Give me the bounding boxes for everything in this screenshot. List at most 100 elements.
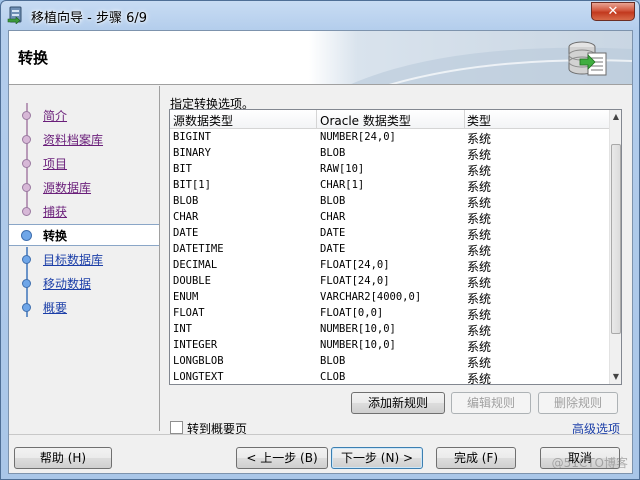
nav-step-label[interactable]: 源数据库 bbox=[43, 179, 91, 196]
cell-source-type: INTEGER bbox=[173, 339, 218, 351]
nav-step-label[interactable]: 移动数据 bbox=[43, 275, 91, 292]
cell-source-type: BIGINT bbox=[173, 131, 211, 143]
cell-oracle-type: FLOAT[0,0] bbox=[320, 307, 384, 319]
column-separator[interactable] bbox=[464, 110, 465, 129]
table-row[interactable]: BIGINT NUMBER[24,0] 系统 bbox=[170, 130, 610, 146]
nav-step-label[interactable]: 资料档案库 bbox=[43, 131, 103, 148]
cell-kind: 系统 bbox=[467, 164, 492, 178]
column-header-source-type[interactable]: 源数据类型 bbox=[173, 112, 233, 129]
step-node-icon bbox=[22, 135, 31, 144]
delete-rule-button[interactable]: 删除规则 bbox=[538, 392, 618, 414]
step-node-icon bbox=[22, 255, 31, 264]
table-row[interactable]: DATE DATE 系统 bbox=[170, 226, 610, 242]
window-title: 移植向导 - 步骤 6/9 bbox=[31, 11, 148, 26]
wizard-steps-nav: 简介 资料档案库 项目 源数据库 捕获 转换 目标数据库 移动数据 概要 bbox=[9, 87, 159, 431]
table-row[interactable]: BLOB BLOB 系统 bbox=[170, 194, 610, 210]
help-button[interactable]: 帮助 (H) bbox=[14, 447, 112, 469]
table-row[interactable]: FLOAT FLOAT[0,0] 系统 bbox=[170, 306, 610, 322]
nav-step-move-data[interactable]: 移动数据 bbox=[9, 273, 159, 293]
cell-kind: 系统 bbox=[467, 260, 492, 274]
add-rule-button[interactable]: 添加新规则 bbox=[351, 392, 445, 414]
nav-step-label[interactable]: 项目 bbox=[43, 155, 67, 172]
cell-source-type: BIT bbox=[173, 163, 192, 175]
step-node-icon bbox=[22, 159, 31, 168]
nav-step-label: 转换 bbox=[43, 229, 68, 243]
goto-summary-checkbox[interactable] bbox=[170, 421, 183, 434]
cell-kind: 系统 bbox=[467, 132, 492, 146]
cell-kind: 系统 bbox=[467, 324, 492, 338]
table-row[interactable]: ENUM VARCHAR2[4000,0] 系统 bbox=[170, 290, 610, 306]
nav-step-convert[interactable]: 转换 bbox=[9, 224, 159, 246]
edit-rule-button[interactable]: 编辑规则 bbox=[451, 392, 531, 414]
step-node-icon bbox=[22, 279, 31, 288]
cell-oracle-type: BLOB bbox=[320, 355, 346, 367]
table-body: BIGINT NUMBER[24,0] 系统 BINARY BLOB 系统 BIT RAW[1… bbox=[170, 130, 610, 385]
nav-step-source-db[interactable]: 源数据库 bbox=[9, 177, 159, 197]
column-header-kind[interactable]: 类型 bbox=[467, 112, 491, 129]
cell-oracle-type: BLOB bbox=[320, 147, 346, 159]
cell-kind: 系统 bbox=[467, 196, 492, 210]
step-node-icon bbox=[22, 111, 31, 120]
current-step-icon bbox=[21, 230, 32, 241]
scroll-down-icon[interactable]: ▼ bbox=[610, 370, 621, 384]
cell-oracle-type: NUMBER[10,0] bbox=[320, 323, 396, 335]
cell-oracle-type: NUMBER[10,0] bbox=[320, 339, 396, 351]
nav-step-summary[interactable]: 概要 bbox=[9, 297, 159, 317]
back-button[interactable]: < 上一步 (B) bbox=[236, 447, 328, 469]
step-node-icon bbox=[22, 207, 31, 216]
step-title: 转换 bbox=[18, 49, 49, 67]
cell-kind: 系统 bbox=[467, 292, 492, 306]
nav-divider bbox=[159, 86, 160, 431]
cell-kind: 系统 bbox=[467, 372, 492, 385]
finish-button[interactable]: 完成 (F) bbox=[436, 447, 516, 469]
cell-kind: 系统 bbox=[467, 276, 492, 290]
table-row[interactable]: DOUBLE FLOAT[24,0] 系统 bbox=[170, 274, 610, 290]
cell-source-type: BIT[1] bbox=[173, 179, 211, 191]
nav-step-label[interactable]: 概要 bbox=[43, 299, 67, 316]
nav-step-label[interactable]: 简介 bbox=[43, 107, 67, 124]
type-mapping-table[interactable]: 源数据类型 Oracle 数据类型 类型 BIGINT NUMBER[24,0] 系… bbox=[169, 109, 622, 385]
nav-step-repository[interactable]: 资料档案库 bbox=[9, 129, 159, 149]
close-button[interactable]: ✕ bbox=[591, 2, 635, 21]
cell-kind: 系统 bbox=[467, 180, 492, 194]
next-button[interactable]: 下一步 (N) > bbox=[331, 447, 423, 469]
migration-wizard-window: 移植向导 - 步骤 6/9 ✕ 转换 简介 资料档案库 项目 源数据库 捕获 转… bbox=[0, 0, 640, 480]
table-row[interactable]: LONGBLOB BLOB 系统 bbox=[170, 354, 610, 370]
step-node-icon bbox=[22, 303, 31, 312]
table-row[interactable]: BINARY BLOB 系统 bbox=[170, 146, 610, 162]
cell-source-type: DATETIME bbox=[173, 243, 224, 255]
table-row[interactable]: CHAR CHAR 系统 bbox=[170, 210, 610, 226]
column-separator[interactable] bbox=[316, 110, 317, 129]
column-header-oracle-type[interactable]: Oracle 数据类型 bbox=[320, 112, 411, 129]
cell-oracle-type: RAW[10] bbox=[320, 163, 365, 175]
nav-step-label[interactable]: 捕获 bbox=[43, 203, 67, 220]
cell-oracle-type: CHAR bbox=[320, 211, 346, 223]
nav-step-target-db[interactable]: 目标数据库 bbox=[9, 249, 159, 269]
cell-kind: 系统 bbox=[467, 244, 492, 258]
scroll-up-icon[interactable]: ▲ bbox=[610, 110, 621, 124]
table-row[interactable]: DECIMAL FLOAT[24,0] 系统 bbox=[170, 258, 610, 274]
table-row[interactable]: LONGTEXT CLOB 系统 bbox=[170, 370, 610, 385]
cell-oracle-type: FLOAT[24,0] bbox=[320, 275, 390, 287]
cell-source-type: INT bbox=[173, 323, 192, 335]
nav-step-project[interactable]: 项目 bbox=[9, 153, 159, 173]
table-row[interactable]: DATETIME DATE 系统 bbox=[170, 242, 610, 258]
app-icon bbox=[7, 6, 22, 24]
cell-oracle-type: BLOB bbox=[320, 195, 346, 207]
table-row[interactable]: INT NUMBER[10,0] 系统 bbox=[170, 322, 610, 338]
cell-source-type: DOUBLE bbox=[173, 275, 211, 287]
cell-oracle-type: CHAR[1] bbox=[320, 179, 365, 191]
cell-source-type: BINARY bbox=[173, 147, 211, 159]
table-scrollbar[interactable]: ▲ ▼ bbox=[609, 110, 621, 384]
nav-step-label[interactable]: 目标数据库 bbox=[43, 251, 103, 268]
title-bar[interactable]: 移植向导 - 步骤 6/9 ✕ bbox=[1, 1, 639, 29]
table-row[interactable]: INTEGER NUMBER[10,0] 系统 bbox=[170, 338, 610, 354]
nav-step-capture[interactable]: 捕获 bbox=[9, 201, 159, 221]
table-row[interactable]: BIT[1] CHAR[1] 系统 bbox=[170, 178, 610, 194]
nav-step-intro[interactable]: 简介 bbox=[9, 105, 159, 125]
cell-oracle-type: DATE bbox=[320, 243, 346, 255]
scroll-thumb[interactable] bbox=[611, 144, 621, 334]
cell-source-type: LONGTEXT bbox=[173, 371, 224, 383]
cell-source-type: ENUM bbox=[173, 291, 199, 303]
table-row[interactable]: BIT RAW[10] 系统 bbox=[170, 162, 610, 178]
